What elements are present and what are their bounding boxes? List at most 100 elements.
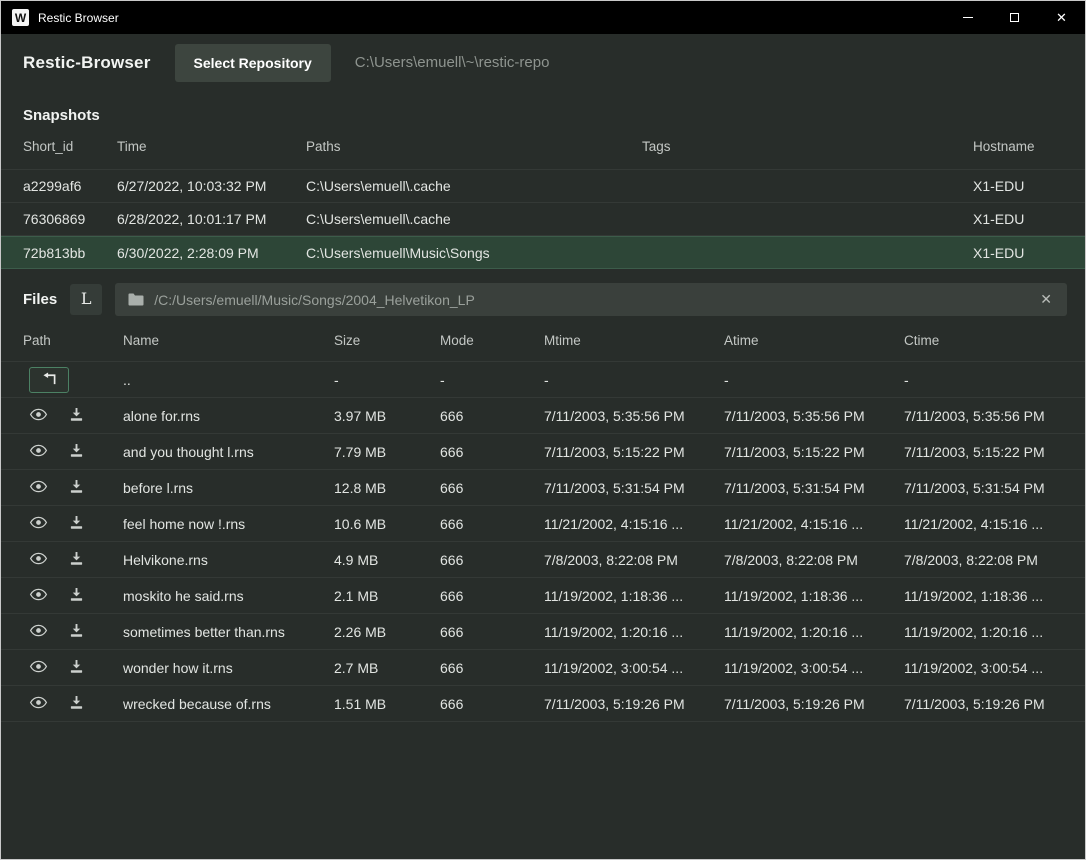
file-mode: 666 — [440, 696, 544, 712]
file-atime: 7/11/2003, 5:19:26 PM — [724, 696, 904, 712]
titlebar: W Restic Browser ✕ — [1, 1, 1085, 34]
eye-icon — [29, 479, 48, 497]
parent-dir-atime: - — [724, 372, 904, 388]
snapshots-table-body: a2299af6 6/27/2022, 10:03:32 PM C:\Users… — [1, 170, 1085, 269]
preview-file-button[interactable] — [29, 695, 48, 713]
file-size: 12.8 MB — [334, 480, 440, 496]
file-ctime: 7/8/2003, 8:22:08 PM — [904, 552, 1063, 568]
eye-icon — [29, 623, 48, 641]
file-ctime: 7/11/2003, 5:31:54 PM — [904, 480, 1063, 496]
file-mode: 666 — [440, 480, 544, 496]
select-repository-button[interactable]: Select Repository — [175, 44, 331, 82]
download-file-button[interactable] — [69, 623, 84, 641]
download-icon — [69, 515, 84, 533]
eye-icon — [29, 695, 48, 713]
file-atime: 7/11/2003, 5:31:54 PM — [724, 480, 904, 496]
window-title: Restic Browser — [38, 11, 119, 25]
file-mtime: 11/19/2002, 3:00:54 ... — [544, 660, 724, 676]
file-mtime: 7/8/2003, 8:22:08 PM — [544, 552, 724, 568]
snapshot-paths: C:\Users\emuell\Music\Songs — [306, 245, 642, 261]
file-row: feel home now !.rns 10.6 MB 666 11/21/20… — [1, 506, 1085, 542]
files-path-text: /C:/Users/emuell/Music/Songs/2004_Helvet… — [154, 292, 1028, 308]
parent-dir-ctime: - — [904, 372, 1063, 388]
file-size: 7.79 MB — [334, 444, 440, 460]
preview-file-button[interactable] — [29, 659, 48, 677]
file-atime: 11/21/2002, 4:15:16 ... — [724, 516, 904, 532]
download-icon — [69, 659, 84, 677]
files-path-bar[interactable]: /C:/Users/emuell/Music/Songs/2004_Helvet… — [115, 283, 1067, 316]
tree-view-toggle-button[interactable]: L — [70, 284, 102, 315]
file-size: 2.7 MB — [334, 660, 440, 676]
download-file-button[interactable] — [69, 551, 84, 569]
preview-file-button[interactable] — [29, 407, 48, 425]
preview-file-button[interactable] — [29, 623, 48, 641]
file-row: moskito he said.rns 2.1 MB 666 11/19/200… — [1, 578, 1085, 614]
download-file-button[interactable] — [69, 443, 84, 461]
file-atime: 7/8/2003, 8:22:08 PM — [724, 552, 904, 568]
clear-path-icon: ✕ — [1040, 291, 1052, 307]
file-atime: 11/19/2002, 1:18:36 ... — [724, 588, 904, 604]
parent-dir-mode: - — [440, 372, 544, 388]
repository-path[interactable]: C:\Users\emuell\~\restic-repo — [355, 54, 550, 71]
file-mode: 666 — [440, 552, 544, 568]
download-icon — [69, 587, 84, 605]
snapshot-row[interactable]: 76306869 6/28/2022, 10:01:17 PM C:\Users… — [1, 203, 1085, 236]
col-path: Path — [23, 333, 123, 348]
download-file-button[interactable] — [69, 659, 84, 677]
download-file-button[interactable] — [69, 515, 84, 533]
snapshot-time: 6/28/2022, 10:01:17 PM — [117, 211, 306, 227]
file-ctime: 11/19/2002, 1:20:16 ... — [904, 624, 1063, 640]
file-name: and you thought l.rns — [123, 444, 334, 460]
file-size: 2.26 MB — [334, 624, 440, 640]
go-up-button[interactable] — [29, 367, 69, 393]
files-table-header: Path Name Size Mode Mtime Atime Ctime — [1, 320, 1085, 362]
download-file-button[interactable] — [69, 695, 84, 713]
file-row: wrecked because of.rns 1.51 MB 666 7/11/… — [1, 686, 1085, 722]
download-file-button[interactable] — [69, 587, 84, 605]
file-mode: 666 — [440, 588, 544, 604]
maximize-button[interactable] — [991, 1, 1038, 34]
download-icon — [69, 407, 84, 425]
file-ctime: 11/19/2002, 1:18:36 ... — [904, 588, 1063, 604]
tree-view-icon: L — [81, 289, 92, 308]
minimize-button[interactable] — [944, 1, 991, 34]
snapshot-paths: C:\Users\emuell\.cache — [306, 211, 642, 227]
clear-path-button[interactable]: ✕ — [1038, 291, 1054, 308]
file-name: feel home now !.rns — [123, 516, 334, 532]
preview-file-button[interactable] — [29, 443, 48, 461]
file-mtime: 11/21/2002, 4:15:16 ... — [544, 516, 724, 532]
snapshot-time: 6/30/2022, 2:28:09 PM — [117, 245, 306, 261]
file-row: wonder how it.rns 2.7 MB 666 11/19/2002,… — [1, 650, 1085, 686]
eye-icon — [29, 551, 48, 569]
snapshot-paths: C:\Users\emuell\.cache — [306, 178, 642, 194]
file-mtime: 11/19/2002, 1:18:36 ... — [544, 588, 724, 604]
eye-icon — [29, 587, 48, 605]
download-file-button[interactable] — [69, 479, 84, 497]
snapshot-row[interactable]: 72b813bb 6/30/2022, 2:28:09 PM C:\Users\… — [1, 236, 1085, 269]
file-atime: 7/11/2003, 5:15:22 PM — [724, 444, 904, 460]
preview-file-button[interactable] — [29, 551, 48, 569]
parent-dir-name: .. — [123, 372, 334, 388]
level-up-icon — [42, 372, 57, 388]
snapshot-hostname: X1-EDU — [973, 245, 1063, 261]
preview-file-button[interactable] — [29, 515, 48, 533]
col-name: Name — [123, 333, 334, 348]
close-button[interactable]: ✕ — [1038, 1, 1085, 34]
snapshot-short-id: 76306869 — [23, 211, 117, 227]
col-atime: Atime — [724, 333, 904, 348]
file-ctime: 11/19/2002, 3:00:54 ... — [904, 660, 1063, 676]
file-mode: 666 — [440, 660, 544, 676]
parent-dir-row: .. - - - - - — [1, 362, 1085, 398]
preview-file-button[interactable] — [29, 479, 48, 497]
preview-file-button[interactable] — [29, 587, 48, 605]
app-logo-icon: W — [12, 9, 29, 26]
file-row: sometimes better than.rns 2.26 MB 666 11… — [1, 614, 1085, 650]
file-atime: 7/11/2003, 5:35:56 PM — [724, 408, 904, 424]
col-short-id: Short_id — [23, 139, 117, 154]
file-row: and you thought l.rns 7.79 MB 666 7/11/2… — [1, 434, 1085, 470]
download-icon — [69, 695, 84, 713]
file-mode: 666 — [440, 624, 544, 640]
download-file-button[interactable] — [69, 407, 84, 425]
file-row: Helvikone.rns 4.9 MB 666 7/8/2003, 8:22:… — [1, 542, 1085, 578]
snapshot-row[interactable]: a2299af6 6/27/2022, 10:03:32 PM C:\Users… — [1, 170, 1085, 203]
